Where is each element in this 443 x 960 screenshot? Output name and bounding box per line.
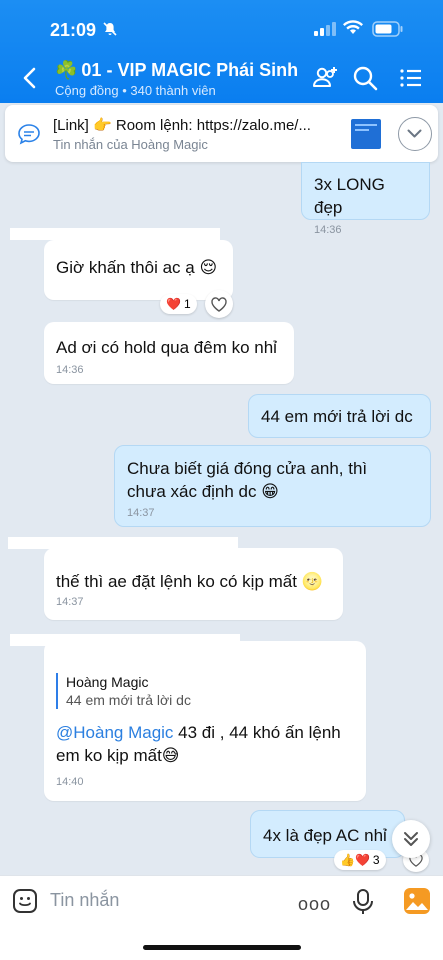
scroll-to-bottom-button[interactable]	[392, 820, 430, 858]
message-incoming[interactable]: Ad ơi có hold qua đêm ko nhỉ 14:36	[44, 322, 294, 384]
expand-pinned-button[interactable]	[398, 117, 432, 151]
message-input[interactable]: Tin nhắn	[50, 890, 119, 911]
status-time: 21:09	[50, 20, 97, 40]
message-incoming[interactable]: Giờ khấn thôi ac ạ 😌	[44, 240, 233, 300]
message-time: 14:37	[56, 596, 84, 608]
chat-title[interactable]: ☘️ 01 - VIP MAGIC Phái Sinh	[55, 60, 298, 81]
chat-title-text: 01 - VIP MAGIC Phái Sinh	[81, 60, 299, 80]
more-options-button[interactable]: ooo	[298, 894, 331, 915]
message-outgoing[interactable]: 3x LONG đẹp 14:36	[301, 162, 430, 236]
pinned-message[interactable]: [Link] 👉 Room lệnh: https://zalo.me/... …	[5, 105, 438, 162]
message-incoming[interactable]: thế thì ae đặt lệnh ko có kịp mất 🌝 14:3…	[44, 548, 343, 620]
react-button[interactable]	[205, 290, 233, 318]
message-time: 14:36	[314, 224, 342, 236]
sender-name-redacted	[10, 228, 220, 240]
quoted-text: 44 em mới trả lời dc	[66, 692, 191, 708]
chat-header: ☘️ 01 - VIP MAGIC Phái Sinh Cộng đồng • 3…	[0, 58, 443, 103]
mute-bell-icon	[103, 22, 117, 36]
message-text: Ad ơi có hold qua đêm ko nhỉ	[56, 338, 277, 357]
menu-list-icon[interactable]	[397, 64, 425, 92]
message-text: 3x LONG đẹp	[314, 175, 385, 217]
home-indicator	[143, 945, 301, 950]
quoted-message[interactable]: Hoàng Magic 44 em mới trả lời dc	[56, 673, 354, 709]
message-text: thế thì ae đặt lệnh ko có kịp mất 🌝	[56, 572, 323, 591]
battery-icon	[372, 21, 403, 37]
chevron-down-icon	[407, 129, 422, 138]
like-heart-reaction-icons: 👍❤️	[340, 853, 370, 867]
top-bar: 21:09 ☘️ 01 - VIP MAGIC Phái Sinh Cộng đ…	[0, 0, 443, 103]
message-incoming-reply[interactable]: Hoàng Magic 44 em mới trả lời dc @Hoàng …	[44, 641, 366, 801]
status-bar: 21:09	[0, 0, 443, 58]
quoted-sender: Hoàng Magic	[66, 674, 149, 690]
reaction-count: 1	[183, 297, 191, 311]
pinned-sender: Tin nhắn của Hoàng Magic	[53, 137, 208, 152]
add-member-icon[interactable]	[311, 64, 339, 92]
heart-outline-icon	[211, 296, 227, 312]
signal-icon	[314, 22, 336, 36]
image-gallery-icon[interactable]	[404, 888, 430, 914]
clover-icon: ☘️	[55, 60, 78, 80]
message-time: 14:36	[56, 364, 84, 376]
back-arrow-icon[interactable]	[20, 66, 40, 90]
wifi-icon	[343, 20, 363, 34]
chat-bubble-icon	[18, 124, 40, 145]
mention-link[interactable]: @Hoàng Magic	[56, 723, 173, 742]
chat-subtitle: Cộng đồng • 340 thành viên	[55, 83, 216, 98]
message-time: 14:37	[127, 507, 155, 519]
reaction-badge[interactable]: 👍❤️ 3	[334, 850, 386, 870]
message-text: 4x là đẹp AC nhỉ	[263, 826, 387, 845]
message-text: Giờ khấn thôi ac ạ 😌	[56, 258, 218, 277]
reaction-badge[interactable]: ❤️ 1	[160, 294, 197, 314]
reaction-count: 3	[372, 853, 380, 867]
heart-reaction-icon: ❤️	[166, 297, 181, 311]
message-time: 14:40	[56, 776, 84, 788]
message-text: 44 em mới trả lời dc	[261, 407, 413, 426]
message-body: @Hoàng Magic 43 đi , 44 khó ấn lệnh em k…	[56, 721, 356, 767]
double-chevron-down-icon	[404, 832, 418, 846]
link-thumbnail	[351, 119, 381, 149]
message-outgoing[interactable]: Chưa biết giá đóng cửa anh, thì chưa xác…	[114, 445, 431, 527]
message-text: Chưa biết giá đóng cửa anh, thì chưa xác…	[127, 459, 368, 501]
message-outgoing[interactable]: 44 em mới trả lời dc	[248, 394, 431, 438]
pinned-text: [Link] 👉 Room lệnh: https://zalo.me/...	[53, 117, 311, 134]
microphone-icon[interactable]	[352, 888, 374, 916]
message-outgoing[interactable]: 4x là đẹp AC nhỉ	[250, 810, 405, 858]
search-icon[interactable]	[351, 64, 379, 92]
sticker-emoji-icon[interactable]	[12, 888, 38, 914]
